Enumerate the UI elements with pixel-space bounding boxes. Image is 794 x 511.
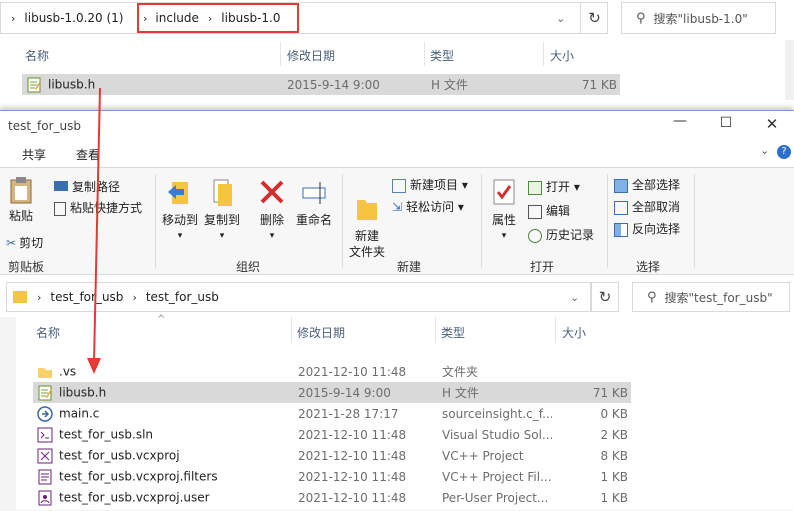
red-arrow [87,87,101,374]
